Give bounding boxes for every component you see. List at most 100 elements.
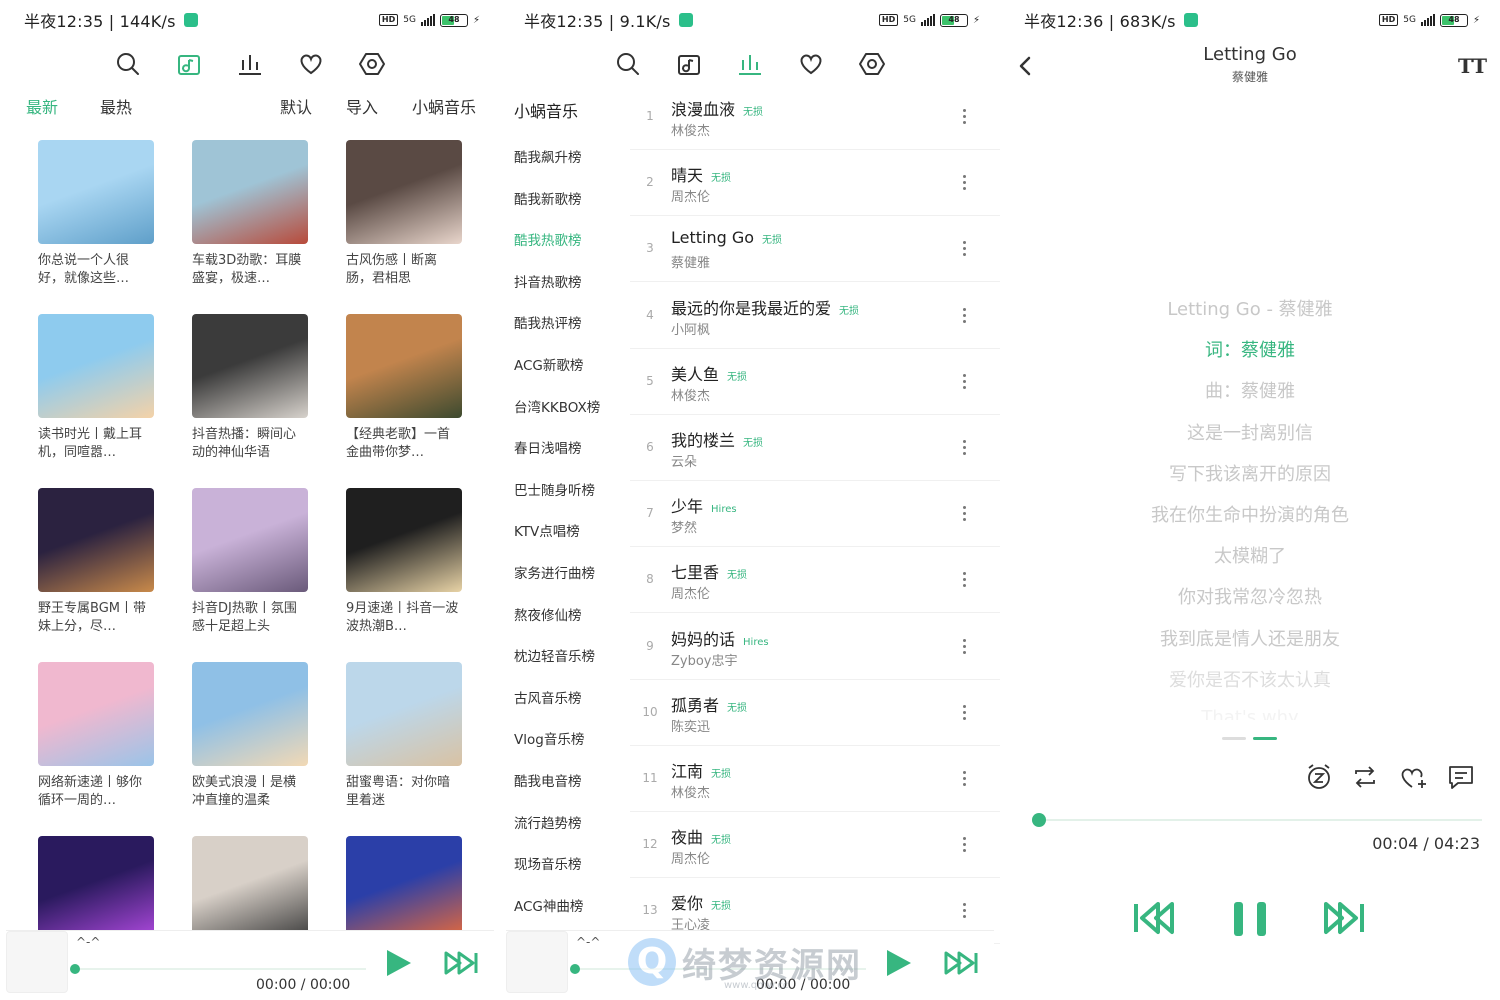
comment-icon[interactable] xyxy=(1446,762,1476,792)
tab-latest[interactable]: 最新 xyxy=(26,94,58,118)
mini-progress-track[interactable] xyxy=(76,968,366,970)
chart-item[interactable]: 酷我热歌榜 xyxy=(514,229,582,249)
playlist-card[interactable]: 野王专属BGM丨带妹上分，尽… xyxy=(38,488,156,636)
album-art[interactable] xyxy=(6,931,68,993)
nav-library[interactable] xyxy=(171,48,207,80)
lyrics-view[interactable]: Letting Go - 蔡健雅 词：蔡健雅 曲：蔡健雅 这是一封离别信 写下我该离开的… xyxy=(1000,290,1500,720)
more-icon[interactable] xyxy=(956,305,972,327)
playlist-cover[interactable] xyxy=(192,140,308,244)
album-art[interactable] xyxy=(506,931,568,993)
playlist-card[interactable]: 网络新速递丨够你循环一周的… xyxy=(38,662,156,810)
playlist-card[interactable]: 你总说一个人很好，就像这些… xyxy=(38,140,156,288)
more-icon[interactable] xyxy=(956,503,972,525)
playlist-card[interactable]: 甜蜜粤语：对你暗里着迷 xyxy=(346,662,464,810)
chart-item[interactable]: 台湾KKBOX榜 xyxy=(514,396,600,416)
more-icon[interactable] xyxy=(956,768,972,790)
tab-hottest[interactable]: 最热 xyxy=(100,94,132,118)
chart-item[interactable]: 抖音热歌榜 xyxy=(514,271,582,291)
playlist-card[interactable]: 抖音DJ热歌丨氛围感十足超上头 xyxy=(192,488,310,636)
song-row[interactable]: 12 夜曲 无损 周杰伦 xyxy=(630,812,1000,879)
playlist-cover[interactable] xyxy=(38,140,154,244)
playlist-cover[interactable] xyxy=(38,836,154,940)
playlist-cover[interactable] xyxy=(38,662,154,766)
import-button[interactable]: 导入 xyxy=(346,94,378,118)
more-icon[interactable] xyxy=(956,238,972,260)
play-icon[interactable] xyxy=(882,947,914,979)
playlist-cover[interactable] xyxy=(192,314,308,418)
nav-favorites[interactable] xyxy=(793,48,829,80)
more-icon[interactable] xyxy=(956,834,972,856)
mini-player[interactable]: ^-^ 00:00 / 00:00 xyxy=(506,930,994,996)
playlist-card[interactable]: 古风伤感丨断离肠，君相思 xyxy=(346,140,464,288)
playlist-card[interactable]: 9月速递丨抖音一波波热潮B… xyxy=(346,488,464,636)
more-icon[interactable] xyxy=(956,172,972,194)
chart-item[interactable]: KTV点唱榜 xyxy=(514,520,580,540)
playlist-card[interactable]: 车载3D劲歌：耳膜盛宴，极速… xyxy=(192,140,310,288)
more-icon[interactable] xyxy=(956,437,972,459)
song-row[interactable]: 11 江南 无损 林俊杰 xyxy=(630,746,1000,812)
mini-progress-track[interactable] xyxy=(576,968,866,970)
chart-item[interactable]: 熬夜修仙榜 xyxy=(514,604,582,624)
playlist-cover[interactable] xyxy=(346,662,462,766)
song-row[interactable]: 7 少年 Hires 梦然 xyxy=(630,481,1000,548)
source-selector[interactable]: 小蜗音乐 xyxy=(412,94,476,118)
song-row[interactable]: 8 七里香 无损 周杰伦 xyxy=(630,547,1000,614)
repeat-icon[interactable] xyxy=(1350,762,1380,792)
song-row[interactable]: 2 晴天 无损 周杰伦 xyxy=(630,150,1000,217)
chart-item[interactable]: ACG新歌榜 xyxy=(514,354,583,374)
song-row[interactable]: 4 最远的你是我最近的爱 无损 小阿枫 xyxy=(630,283,1000,349)
nav-search[interactable] xyxy=(610,48,646,80)
more-icon[interactable] xyxy=(956,636,972,658)
song-row[interactable]: 6 我的楼兰 无损 云朵 xyxy=(630,415,1000,481)
playlist-cover[interactable] xyxy=(346,140,462,244)
playlist-cover[interactable] xyxy=(192,488,308,592)
nav-charts[interactable] xyxy=(732,48,768,80)
chart-item[interactable]: 酷我新歌榜 xyxy=(514,188,582,208)
playlist-cover[interactable] xyxy=(38,488,154,592)
nav-settings[interactable] xyxy=(854,48,890,80)
font-size-button[interactable]: TT xyxy=(1458,54,1487,80)
skip-previous-icon[interactable] xyxy=(1132,898,1176,938)
playlist-card[interactable]: 读书时光丨戴上耳机，同喧嚣… xyxy=(38,314,156,462)
chart-item[interactable]: ACG神曲榜 xyxy=(514,895,583,915)
more-icon[interactable] xyxy=(956,569,972,591)
nav-charts[interactable] xyxy=(232,48,268,80)
mini-progress-knob[interactable] xyxy=(570,964,580,974)
song-row[interactable]: 1 浪漫血液 无损 林俊杰 xyxy=(630,84,1000,150)
chart-item[interactable]: 酷我飙升榜 xyxy=(514,146,582,166)
playlist-cover[interactable] xyxy=(346,488,462,592)
mini-progress-knob[interactable] xyxy=(70,964,80,974)
chart-item[interactable]: Vlog音乐榜 xyxy=(514,728,584,748)
song-row[interactable]: 5 美人鱼 无损 林俊杰 xyxy=(630,349,1000,415)
chart-item[interactable]: 酷我电音榜 xyxy=(514,770,582,790)
nav-library[interactable] xyxy=(671,48,707,80)
song-row[interactable]: 10 孤勇者 无损 陈奕迅 xyxy=(630,680,1000,746)
chart-item[interactable]: 酷我热评榜 xyxy=(514,312,582,332)
playlist-card[interactable]: 欧美式浪漫丨是横冲直撞的温柔 xyxy=(192,662,310,810)
skip-next-icon[interactable] xyxy=(444,949,480,977)
source-title[interactable]: 小蜗音乐 xyxy=(514,98,578,122)
playlist-cover[interactable] xyxy=(192,836,308,940)
chart-item[interactable]: 古风音乐榜 xyxy=(514,687,582,707)
favorite-add-icon[interactable] xyxy=(1398,762,1428,792)
playlist-card[interactable]: 抖音热播：瞬间心动的神仙华语 xyxy=(192,314,310,462)
playlist-cover[interactable] xyxy=(192,662,308,766)
nav-favorites[interactable] xyxy=(293,48,329,80)
chart-item[interactable]: 巴士随身听榜 xyxy=(514,479,595,499)
pause-icon[interactable] xyxy=(1228,897,1272,941)
chart-item[interactable]: 春日浅唱榜 xyxy=(514,437,582,457)
chart-item[interactable]: 家务进行曲榜 xyxy=(514,562,595,582)
song-row[interactable]: 9 妈妈的话 Hires Zyboy忠宇 xyxy=(630,614,1000,680)
more-icon[interactable] xyxy=(956,106,972,128)
skip-next-icon[interactable] xyxy=(1322,898,1366,938)
playlist-cover[interactable] xyxy=(346,836,462,940)
mini-player[interactable]: ^-^ 00:00 / 00:00 xyxy=(6,930,494,996)
seek-knob[interactable] xyxy=(1032,813,1047,827)
more-icon[interactable] xyxy=(956,371,972,393)
sort-default-button[interactable]: 默认 xyxy=(280,94,312,118)
chart-item[interactable]: 流行趋势榜 xyxy=(514,812,582,832)
sleep-timer-icon[interactable] xyxy=(1304,762,1334,792)
playlist-cover[interactable] xyxy=(38,314,154,418)
skip-next-icon[interactable] xyxy=(944,949,980,977)
nav-search[interactable] xyxy=(110,48,146,80)
